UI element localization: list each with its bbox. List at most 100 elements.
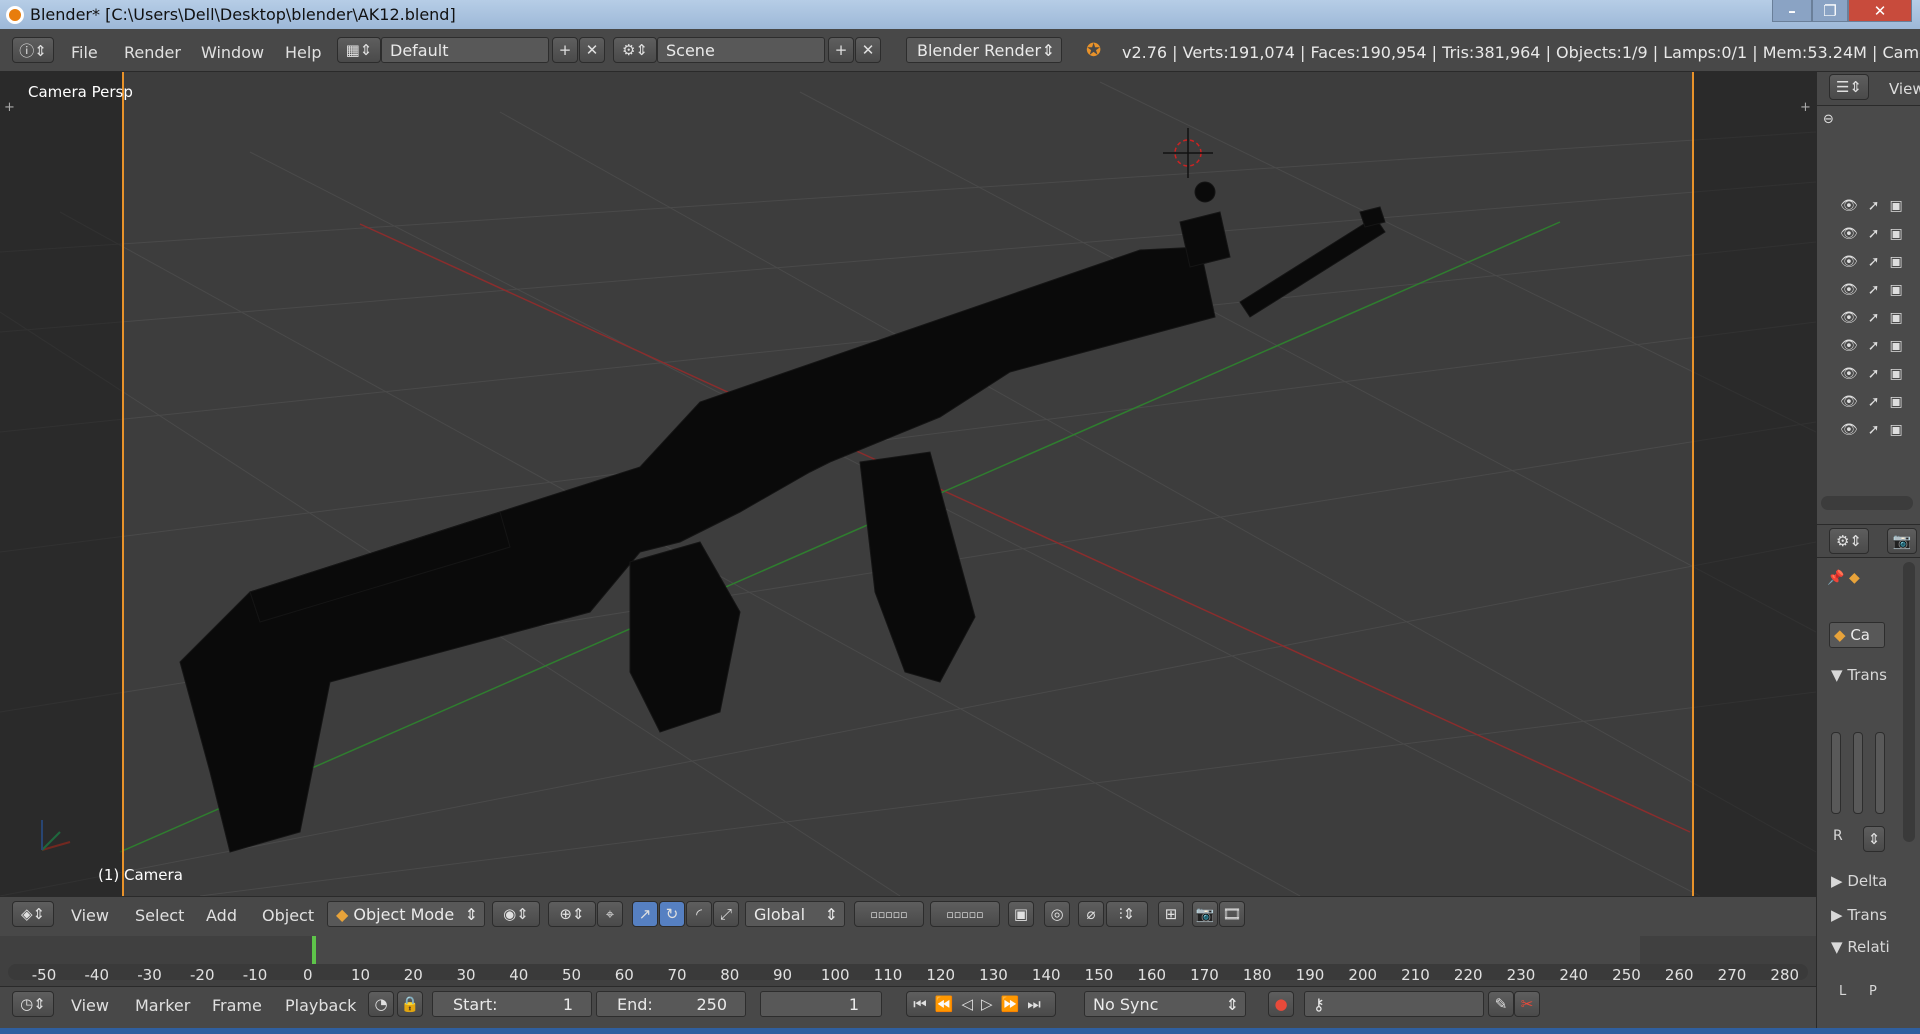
menu-playback[interactable]: Playback [285, 996, 356, 1015]
eye-icon[interactable]: 👁 [1840, 338, 1858, 354]
editor-type-timeline-icon[interactable]: ◷⇕ [12, 991, 54, 1017]
close-button[interactable]: ✕ [1848, 0, 1912, 22]
outliner-row[interactable]: 👁 ➚ ▣ [1840, 419, 1918, 441]
editor-type-outliner-icon[interactable]: ☰⇕ [1829, 74, 1869, 100]
eye-icon[interactable]: 👁 [1840, 226, 1858, 242]
location-y-field[interactable] [1853, 732, 1863, 814]
outliner-view-menu[interactable]: View [1889, 80, 1920, 98]
add-scene-icon[interactable]: + [828, 37, 854, 63]
current-frame-marker[interactable] [312, 936, 316, 964]
outliner-row[interactable]: 👁 ➚ ▣ [1840, 195, 1918, 217]
layer-buttons-2[interactable]: ▫▫▫▫▫ [930, 901, 1000, 927]
rotation-mode-icon[interactable]: ⇕ [1863, 826, 1885, 852]
lock-range-icon[interactable]: 🔒 [397, 991, 423, 1017]
playback-controls[interactable]: ⏮⏪◁▷⏩⏭ [906, 991, 1056, 1017]
location-z-field[interactable] [1875, 732, 1885, 814]
outliner-row[interactable]: 👁 ➚ ▣ [1840, 363, 1918, 385]
menu-frame[interactable]: Frame [212, 996, 262, 1015]
menu-tl-view[interactable]: View [71, 996, 109, 1015]
menu-add[interactable]: Add [206, 906, 237, 925]
cursor-icon[interactable]: ➚ [1868, 338, 1880, 354]
outliner-scrollbar[interactable] [1821, 496, 1913, 510]
render-properties-icon[interactable]: 📷 [1887, 528, 1917, 554]
cursor-icon[interactable]: ➚ [1868, 310, 1880, 326]
scene-field[interactable]: Scene [657, 37, 825, 63]
editor-type-3d-icon[interactable]: ◈⇕ [12, 901, 54, 927]
camera-icon[interactable]: ▣ [1890, 226, 1903, 242]
section-transform-locks[interactable]: ▶ Trans [1831, 906, 1887, 924]
cursor-icon[interactable]: ➚ [1868, 254, 1880, 270]
translate-manipulator-icon[interactable]: ↗ [632, 901, 658, 927]
properties-scrollbar[interactable] [1903, 562, 1915, 842]
camera-icon[interactable]: ▣ [1890, 422, 1903, 438]
cursor-icon[interactable]: ➚ [1868, 282, 1880, 298]
eye-icon[interactable]: 👁 [1840, 422, 1858, 438]
camera-icon[interactable]: ▣ [1890, 366, 1903, 382]
outliner-row[interactable]: 👁 ➚ ▣ [1840, 251, 1918, 273]
cursor-icon[interactable]: ➚ [1868, 394, 1880, 410]
outliner-row[interactable]: 👁 ➚ ▣ [1840, 223, 1918, 245]
render-engine-select[interactable]: Blender Render ⇕ [906, 37, 1062, 63]
pin-icon[interactable]: 📌 [1827, 570, 1844, 586]
collapse-icon[interactable]: ⊖ [1823, 112, 1834, 127]
start-frame-field[interactable]: Start: 1 [432, 991, 592, 1017]
section-relations[interactable]: ▼ Relati [1831, 938, 1890, 956]
cursor-icon[interactable]: ➚ [1868, 422, 1880, 438]
eye-icon[interactable]: 👁 [1840, 254, 1858, 270]
screen-layout-icon[interactable]: ▦⇕ [337, 37, 381, 63]
snap-element-icon[interactable]: ⫶⇕ [1106, 901, 1148, 927]
toolshelf-toggle-icon[interactable]: + [4, 100, 15, 115]
pivot-point-icon[interactable]: ⊕⇕ [548, 901, 596, 927]
rotate-manipulator-icon[interactable]: ↻ [659, 901, 685, 927]
insert-keyframe-icon[interactable]: ✎ [1488, 991, 1514, 1017]
snap-toggle-icon[interactable]: ⌀ [1078, 901, 1104, 927]
eye-icon[interactable]: 👁 [1840, 394, 1858, 410]
eye-icon[interactable]: 👁 [1840, 310, 1858, 326]
manipulator-toggle-icon[interactable]: ⌖ [597, 901, 623, 927]
preview-range-icon[interactable]: ◔ [368, 991, 394, 1017]
scale-manipulator-icon[interactable]: ⤢ [713, 901, 739, 927]
camera-icon[interactable]: ▣ [1890, 282, 1903, 298]
layer-buttons-1[interactable]: ▫▫▫▫▫ [854, 901, 924, 927]
camera-icon[interactable]: ▣ [1890, 310, 1903, 326]
lock-layers-icon[interactable]: ▣ [1008, 901, 1034, 927]
snap-target-icon[interactable]: ⊞ [1158, 901, 1184, 927]
transform-orientation-select[interactable]: Global ⇕ [745, 901, 845, 927]
record-keyframe-icon[interactable]: ● [1268, 991, 1294, 1017]
camera-icon[interactable]: ▣ [1890, 198, 1903, 214]
section-delta[interactable]: ▶ Delta [1831, 872, 1887, 890]
eye-icon[interactable]: 👁 [1840, 282, 1858, 298]
layout-field[interactable]: Default [381, 37, 549, 63]
eye-icon[interactable]: 👁 [1840, 366, 1858, 382]
proportional-edit-icon[interactable]: ◎ [1044, 901, 1070, 927]
editor-type-properties-icon[interactable]: ⚙⇕ [1829, 528, 1869, 554]
location-x-field[interactable] [1831, 732, 1841, 814]
sync-mode-select[interactable]: No Sync ⇕ [1084, 991, 1246, 1017]
current-frame-field[interactable]: 1 [760, 991, 882, 1017]
remove-layout-icon[interactable]: ✕ [579, 37, 605, 63]
3d-viewport[interactable] [0, 72, 1816, 896]
menu-help[interactable]: Help [285, 43, 321, 62]
menu-object[interactable]: Object [262, 906, 314, 925]
camera-icon[interactable]: ▣ [1890, 394, 1903, 410]
menu-select[interactable]: Select [135, 906, 184, 925]
keying-set-field[interactable]: ⚷ [1304, 991, 1484, 1017]
cursor-icon[interactable]: ➚ [1868, 366, 1880, 382]
cursor-icon[interactable]: ➚ [1868, 198, 1880, 214]
menu-render[interactable]: Render [124, 43, 181, 62]
camera-icon[interactable]: ▣ [1890, 338, 1903, 354]
add-layout-icon[interactable]: + [552, 37, 578, 63]
eye-icon[interactable]: 👁 [1840, 198, 1858, 214]
outliner-row[interactable]: 👁 ➚ ▣ [1840, 335, 1918, 357]
editor-type-info-icon[interactable]: ⓘ⇕ [12, 37, 54, 63]
object-name-field[interactable]: ◆ Ca [1829, 622, 1885, 648]
timeline-scrollbar[interactable] [8, 964, 1808, 980]
minimize-button[interactable]: – [1772, 0, 1812, 22]
arc-rotate-icon[interactable]: ◜ [686, 901, 712, 927]
maximize-button[interactable]: ❐ [1812, 0, 1848, 22]
mode-select[interactable]: ◆ Object Mode ⇕ [327, 901, 485, 927]
render-preview-icon[interactable]: 📷 [1192, 901, 1218, 927]
menu-marker[interactable]: Marker [135, 996, 190, 1015]
outliner-row[interactable]: 👁 ➚ ▣ [1840, 391, 1918, 413]
menu-view[interactable]: View [71, 906, 109, 925]
